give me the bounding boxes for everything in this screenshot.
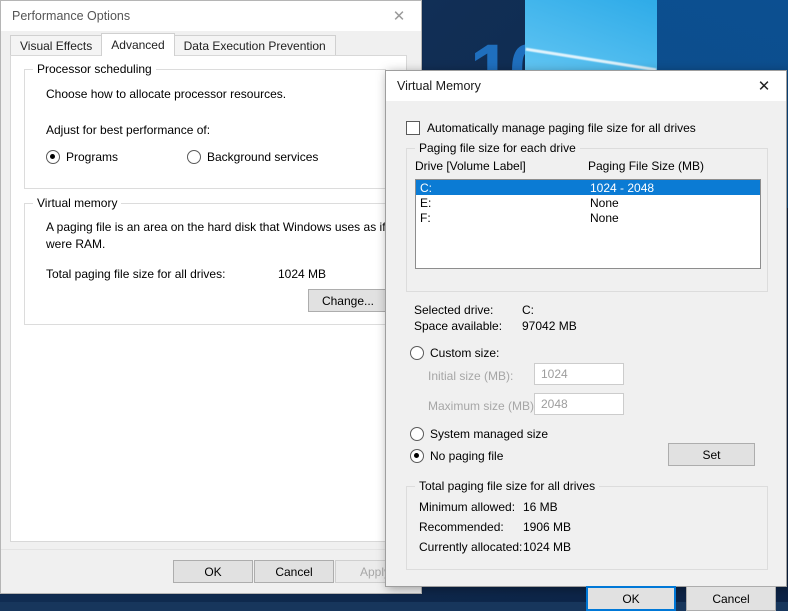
processor-scheduling-group: Processor scheduling Choose how to alloc… (24, 62, 386, 189)
total-paging-file-size-group: Total paging file size for all drives Mi… (406, 479, 768, 570)
auto-manage-checkbox-indicator (406, 121, 420, 135)
minimum-allowed-value: 16 MB (523, 500, 558, 514)
radio-programs[interactable]: Programs (46, 150, 118, 164)
drive-cell: C: (420, 180, 432, 195)
auto-manage-paging-checkbox[interactable]: Automatically manage paging file size fo… (406, 121, 696, 135)
virtual-memory-body: Automatically manage paging file size fo… (386, 101, 786, 611)
total-paging-file-size-value: 1024 MB (278, 267, 327, 281)
selected-drive-label: Selected drive: (414, 303, 494, 317)
radio-custom-size[interactable]: Custom size: (410, 346, 499, 360)
auto-manage-paging-label: Automatically manage paging file size fo… (427, 121, 696, 135)
column-header-drive: Drive [Volume Label] (415, 159, 526, 173)
paging-file-size-group: Paging file size for each drive Drive [V… (406, 141, 768, 292)
close-icon[interactable]: ✕ (742, 71, 786, 101)
tab-visual-effects[interactable]: Visual Effects (10, 35, 103, 56)
virtual-memory-group: Virtual memory A paging file is an area … (24, 196, 395, 325)
perf-cancel-button[interactable]: Cancel (254, 560, 334, 583)
paging-size-cell: 1024 - 2048 (590, 180, 655, 195)
performance-options-tabstrip: Visual Effects Advanced Data Execution P… (10, 33, 336, 56)
processor-scheduling-legend: Processor scheduling (33, 62, 156, 76)
radio-custom-size-indicator (410, 346, 424, 360)
radio-system-managed-size[interactable]: System managed size (410, 427, 548, 441)
currently-allocated-label: Currently allocated: (419, 540, 523, 554)
space-available-value: 97042 MB (522, 319, 577, 333)
drive-cell: E: (420, 195, 432, 210)
paging-size-cell: None (590, 210, 619, 225)
radio-no-paging-file-label: No paging file (430, 449, 504, 463)
performance-options-footer: OK Cancel Apply (1, 549, 419, 593)
table-row[interactable]: F: None (416, 210, 760, 225)
advanced-tab-page: Processor scheduling Choose how to alloc… (10, 55, 407, 542)
radio-programs-label: Programs (66, 150, 119, 164)
radio-programs-indicator (46, 150, 60, 164)
vm-ok-button[interactable]: OK (586, 586, 676, 611)
table-row[interactable]: E: None (416, 195, 760, 210)
radio-system-managed-indicator (410, 427, 424, 441)
adjust-for-best-performance-label: Adjust for best performance of: (46, 123, 211, 137)
selected-drive-value: C: (522, 303, 534, 317)
change-button[interactable]: Change... (308, 289, 388, 312)
initial-size-label: Initial size (MB): (428, 369, 514, 383)
radio-background-services[interactable]: Background services (187, 150, 318, 164)
virtual-memory-titlebar: Virtual Memory ✕ (386, 71, 786, 101)
processor-scheduling-description: Choose how to allocate processor resourc… (46, 87, 287, 101)
maximum-size-input[interactable]: 2048 (534, 393, 624, 415)
total-paging-file-size-legend: Total paging file size for all drives (415, 479, 600, 493)
initial-size-value: 1024 (541, 367, 568, 381)
currently-allocated-value: 1024 MB (523, 540, 572, 554)
column-header-paging-file-size: Paging File Size (MB) (588, 159, 705, 173)
drive-listbox[interactable]: C: 1024 - 2048 E: None F: None (415, 179, 761, 269)
vm-cancel-button[interactable]: Cancel (686, 586, 776, 611)
close-icon[interactable]: ✕ (377, 1, 421, 31)
virtual-memory-description-line2: were RAM. (46, 237, 106, 251)
maximum-size-value: 2048 (541, 397, 568, 411)
total-paging-file-size-label: Total paging file size for all drives: (46, 267, 226, 281)
radio-no-paging-file-indicator (410, 449, 424, 463)
recommended-value: 1906 MB (523, 520, 572, 534)
virtual-memory-description-line1: A paging file is an area on the hard dis… (46, 220, 395, 234)
radio-background-services-label: Background services (207, 150, 319, 164)
radio-system-managed-label: System managed size (430, 427, 549, 441)
set-button[interactable]: Set (668, 443, 755, 466)
drive-cell: F: (420, 210, 431, 225)
performance-options-titlebar: Performance Options ✕ (1, 1, 421, 31)
performance-options-window: Performance Options ✕ Visual Effects Adv… (0, 0, 422, 594)
radio-custom-size-label: Custom size: (430, 346, 500, 360)
space-available-label: Space available: (414, 319, 503, 333)
virtual-memory-dialog: Virtual Memory ✕ Automatically manage pa… (385, 70, 787, 611)
radio-no-paging-file[interactable]: No paging file (410, 449, 503, 463)
minimum-allowed-label: Minimum allowed: (419, 500, 516, 514)
paging-size-cell: None (590, 195, 619, 210)
paging-file-size-legend: Paging file size for each drive (415, 141, 580, 155)
table-row[interactable]: C: 1024 - 2048 (416, 180, 760, 195)
radio-background-services-indicator (187, 150, 201, 164)
perf-ok-button[interactable]: OK (173, 560, 253, 583)
tab-advanced[interactable]: Advanced (101, 33, 175, 56)
recommended-label: Recommended: (419, 520, 504, 534)
performance-options-title: Performance Options (12, 9, 131, 23)
virtual-memory-title: Virtual Memory (397, 79, 481, 93)
tab-data-execution-prevention[interactable]: Data Execution Prevention (173, 35, 336, 56)
virtual-memory-legend: Virtual memory (33, 196, 122, 210)
maximum-size-label: Maximum size (MB): (428, 399, 538, 413)
initial-size-input[interactable]: 1024 (534, 363, 624, 385)
